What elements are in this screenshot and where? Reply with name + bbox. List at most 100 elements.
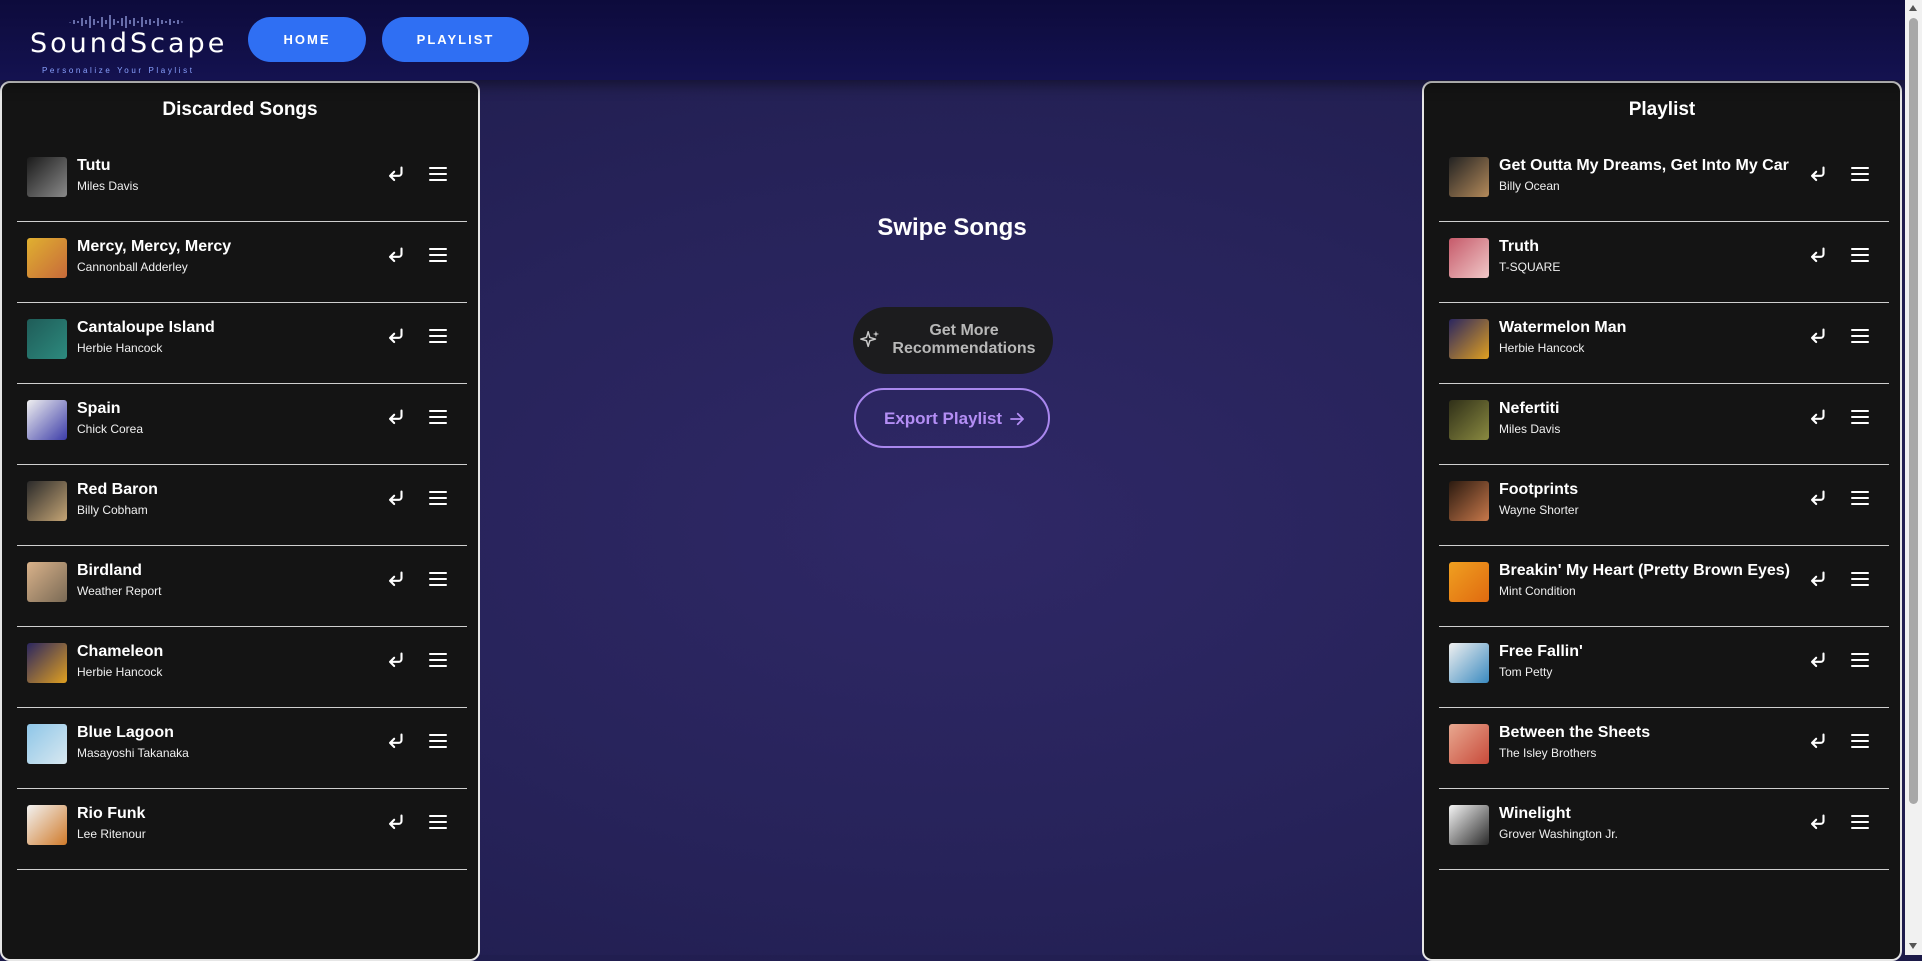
- undo-arrow-icon[interactable]: [385, 244, 407, 266]
- undo-arrow-icon[interactable]: [385, 568, 407, 590]
- song-title: Breakin' My Heart (Pretty Brown Eyes): [1499, 562, 1791, 579]
- song-artist: Lee Ritenour: [77, 827, 146, 841]
- undo-arrow-icon[interactable]: [385, 406, 407, 428]
- song-artist: Cannonball Adderley: [77, 260, 188, 274]
- song-row[interactable]: Truth T-SQUARE: [1439, 222, 1889, 303]
- song-row[interactable]: Red Baron Billy Cobham: [17, 465, 467, 546]
- get-more-recommendations-button[interactable]: Get More Recommendations: [853, 307, 1053, 374]
- hamburger-menu-icon[interactable]: [428, 488, 448, 508]
- playlist-panel: Playlist Get Outta My Dreams, Get Into M…: [1422, 81, 1902, 961]
- song-artist: Wayne Shorter: [1499, 503, 1579, 517]
- undo-arrow-icon[interactable]: [385, 811, 407, 833]
- hamburger-menu-icon[interactable]: [1850, 245, 1870, 265]
- song-row[interactable]: Tutu Miles Davis: [17, 141, 467, 222]
- hamburger-menu-icon[interactable]: [428, 326, 448, 346]
- hamburger-menu-icon[interactable]: [1850, 650, 1870, 670]
- hamburger-menu-icon[interactable]: [1850, 407, 1870, 427]
- song-row[interactable]: Free Fallin' Tom Petty: [1439, 627, 1889, 708]
- song-row[interactable]: Breakin' My Heart (Pretty Brown Eyes) Min…: [1439, 546, 1889, 627]
- song-title: Get Outta My Dreams, Get Into My Car: [1499, 157, 1789, 174]
- song-artist: Mint Condition: [1499, 584, 1576, 598]
- album-cover: [27, 643, 67, 683]
- playlist-songs-list: Get Outta My Dreams, Get Into My Car Bill…: [1439, 141, 1889, 870]
- hamburger-menu-icon[interactable]: [428, 731, 448, 751]
- hamburger-menu-icon[interactable]: [1850, 488, 1870, 508]
- song-row[interactable]: Mercy, Mercy, Mercy Cannonball Adderley: [17, 222, 467, 303]
- album-cover: [27, 724, 67, 764]
- hamburger-menu-icon[interactable]: [428, 812, 448, 832]
- scroll-up-arrow-icon[interactable]: [1909, 5, 1917, 11]
- undo-arrow-icon[interactable]: [1807, 730, 1829, 752]
- undo-arrow-icon[interactable]: [1807, 649, 1829, 671]
- album-cover: [1449, 562, 1489, 602]
- song-row[interactable]: Footprints Wayne Shorter: [1439, 465, 1889, 546]
- song-row[interactable]: Chameleon Herbie Hancock: [17, 627, 467, 708]
- discarded-songs-list: Tutu Miles Davis Mercy, Mercy, Mercy Cannon…: [17, 141, 467, 870]
- hamburger-menu-icon[interactable]: [1850, 731, 1870, 751]
- undo-arrow-icon[interactable]: [385, 163, 407, 185]
- undo-arrow-icon[interactable]: [385, 325, 407, 347]
- hamburger-menu-icon[interactable]: [428, 407, 448, 427]
- page-scrollbar[interactable]: [1905, 0, 1922, 955]
- undo-arrow-icon[interactable]: [1807, 163, 1829, 185]
- song-row[interactable]: Watermelon Man Herbie Hancock: [1439, 303, 1889, 384]
- undo-arrow-icon[interactable]: [1807, 568, 1829, 590]
- song-row[interactable]: Rio Funk Lee Ritenour: [17, 789, 467, 870]
- song-row[interactable]: Get Outta My Dreams, Get Into My Car Bill…: [1439, 141, 1889, 222]
- song-title: Footprints: [1499, 481, 1579, 498]
- undo-arrow-icon[interactable]: [385, 487, 407, 509]
- song-artist: Herbie Hancock: [77, 341, 163, 355]
- logo[interactable]: SoundScape Personalize Your Playlist: [30, 12, 236, 75]
- song-title: Red Baron: [77, 481, 158, 498]
- scroll-thumb[interactable]: [1909, 18, 1918, 804]
- song-artist: Herbie Hancock: [1499, 341, 1585, 355]
- home-button[interactable]: HOME: [248, 17, 366, 62]
- app-header: SoundScape Personalize Your Playlist HOM…: [0, 0, 1905, 80]
- song-row[interactable]: Spain Chick Corea: [17, 384, 467, 465]
- song-title: Rio Funk: [77, 805, 146, 822]
- export-playlist-button[interactable]: Export Playlist: [854, 388, 1050, 448]
- arrow-right-icon: [1010, 412, 1024, 426]
- playlist-button[interactable]: PLAYLIST: [382, 17, 529, 62]
- song-row[interactable]: Blue Lagoon Masayoshi Takanaka: [17, 708, 467, 789]
- hamburger-menu-icon[interactable]: [1850, 812, 1870, 832]
- album-cover: [27, 157, 67, 197]
- hamburger-menu-icon[interactable]: [1850, 164, 1870, 184]
- song-title: Birdland: [77, 562, 142, 579]
- song-row[interactable]: Nefertiti Miles Davis: [1439, 384, 1889, 465]
- undo-arrow-icon[interactable]: [385, 730, 407, 752]
- song-title: Chameleon: [77, 643, 164, 660]
- discarded-songs-panel: Discarded Songs Tutu Miles Davis Mercy, Me…: [0, 81, 480, 961]
- song-title: Watermelon Man: [1499, 319, 1627, 336]
- hamburger-menu-icon[interactable]: [428, 650, 448, 670]
- song-row[interactable]: Birdland Weather Report: [17, 546, 467, 627]
- song-artist: Billy Cobham: [77, 503, 148, 517]
- undo-arrow-icon[interactable]: [1807, 487, 1829, 509]
- scroll-down-arrow-icon[interactable]: [1909, 943, 1917, 949]
- undo-arrow-icon[interactable]: [1807, 244, 1829, 266]
- hamburger-menu-icon[interactable]: [428, 569, 448, 589]
- undo-arrow-icon[interactable]: [1807, 406, 1829, 428]
- album-cover: [27, 805, 67, 845]
- sparkle-icon: [860, 330, 880, 348]
- undo-arrow-icon[interactable]: [1807, 325, 1829, 347]
- hamburger-menu-icon[interactable]: [428, 245, 448, 265]
- song-row[interactable]: Winelight Grover Washington Jr.: [1439, 789, 1889, 870]
- song-title: Spain: [77, 400, 121, 417]
- hamburger-menu-icon[interactable]: [1850, 326, 1870, 346]
- album-cover: [1449, 238, 1489, 278]
- undo-arrow-icon[interactable]: [1807, 811, 1829, 833]
- undo-arrow-icon[interactable]: [385, 649, 407, 671]
- song-row[interactable]: Cantaloupe Island Herbie Hancock: [17, 303, 467, 384]
- song-row[interactable]: Between the Sheets The Isley Brothers: [1439, 708, 1889, 789]
- song-artist: The Isley Brothers: [1499, 746, 1597, 760]
- logo-tagline: Personalize Your Playlist: [42, 66, 195, 75]
- swipe-songs-title: Swipe Songs: [877, 214, 1027, 241]
- album-cover: [1449, 319, 1489, 359]
- album-cover: [1449, 157, 1489, 197]
- hamburger-menu-icon[interactable]: [428, 164, 448, 184]
- song-artist: Billy Ocean: [1499, 179, 1560, 193]
- recommendations-label: Get More Recommendations: [892, 322, 1036, 357]
- export-playlist-label: Export Playlist: [884, 409, 1003, 428]
- hamburger-menu-icon[interactable]: [1850, 569, 1870, 589]
